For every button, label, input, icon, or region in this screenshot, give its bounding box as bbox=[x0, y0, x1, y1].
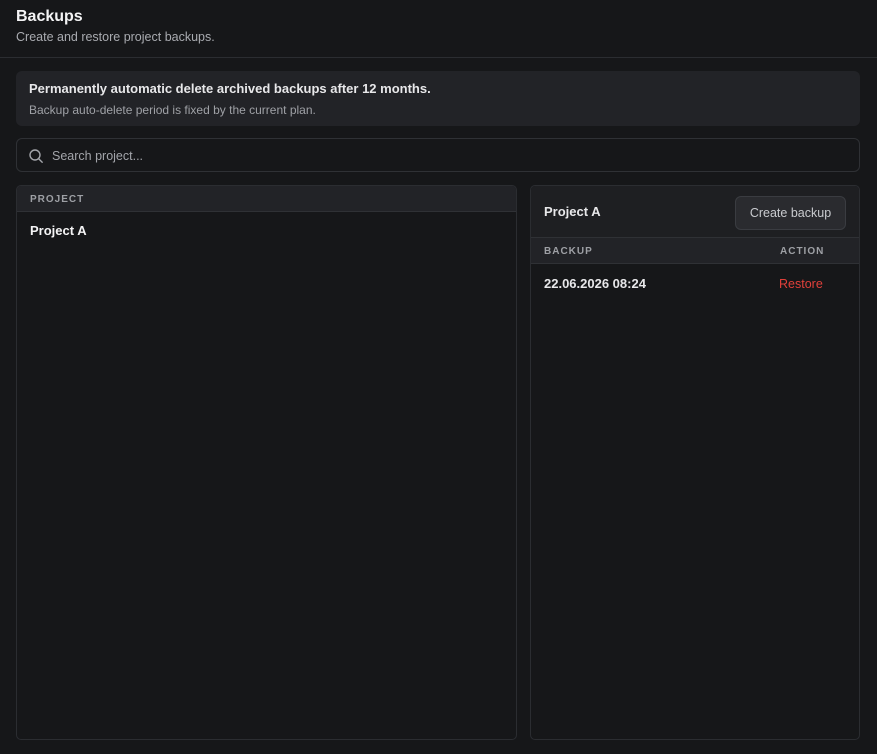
backups-page: Backups Create and restore project backu… bbox=[0, 0, 877, 754]
project-list-panel: PROJECT Project A bbox=[16, 185, 517, 740]
project-list-item[interactable]: Project A bbox=[17, 213, 516, 247]
search-icon bbox=[29, 149, 43, 163]
backup-table-header: BACKUP ACTION bbox=[531, 238, 859, 264]
notice-subtitle: Backup auto-delete period is fixed by th… bbox=[29, 103, 316, 117]
project-column-header: PROJECT bbox=[30, 194, 85, 205]
create-backup-button[interactable]: Create backup bbox=[735, 196, 846, 230]
page-title: Backups bbox=[16, 8, 83, 25]
backup-date: 22.06.2026 08:24 bbox=[544, 276, 646, 291]
search-input[interactable]: Search project... bbox=[16, 138, 860, 172]
page-header: Backups Create and restore project backu… bbox=[0, 0, 877, 58]
backup-column-header: BACKUP bbox=[544, 246, 593, 257]
search-placeholder: Search project... bbox=[52, 149, 144, 163]
notice-title: Permanently automatic delete archived ba… bbox=[29, 81, 431, 96]
backup-detail-panel: Project A Create backup BACKUP ACTION 22… bbox=[530, 185, 860, 740]
retention-notice: Permanently automatic delete archived ba… bbox=[16, 71, 860, 126]
selected-project-name: Project A bbox=[544, 204, 601, 219]
project-name: Project A bbox=[30, 223, 87, 238]
action-column-header: ACTION bbox=[780, 246, 825, 257]
restore-button[interactable]: Restore bbox=[779, 277, 823, 291]
page-subtitle: Create and restore project backups. bbox=[16, 30, 215, 44]
table-row: 22.06.2026 08:24 Restore bbox=[531, 265, 859, 301]
project-list-header: PROJECT bbox=[17, 186, 516, 212]
detail-header: Project A Create backup bbox=[531, 186, 859, 238]
